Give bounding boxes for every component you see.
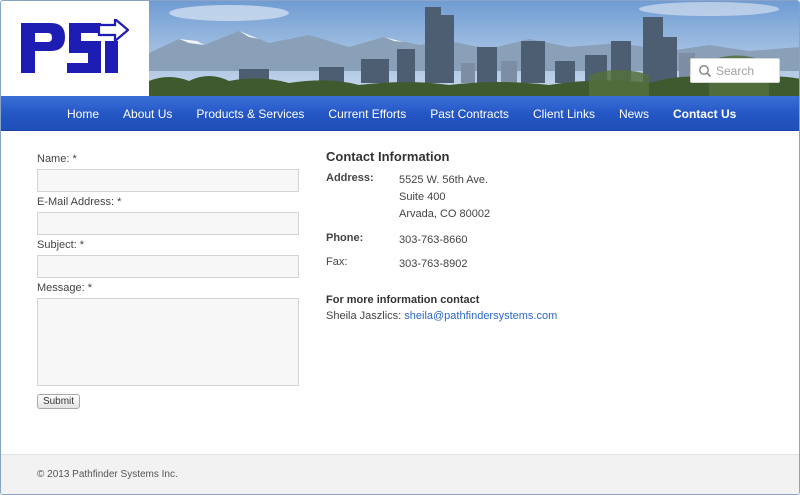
contact-information: Contact Information Address: 5525 W. 56t… — [326, 149, 746, 322]
nav-item-products-services[interactable]: Products & Services — [196, 107, 304, 121]
contact-email-link[interactable]: sheila@pathfindersystems.com — [404, 310, 557, 322]
more-info-title: For more information contact — [326, 294, 480, 306]
site-header — [1, 1, 799, 96]
nav-item-client-links[interactable]: Client Links — [533, 107, 595, 121]
copyright-text: © 2013 Pathfinder Systems Inc. — [37, 469, 178, 480]
address-line-1: 5525 W. 56th Ave. — [399, 174, 489, 186]
message-label: Message: * — [37, 282, 93, 294]
subject-label: Subject: * — [37, 239, 85, 251]
name-label: Name: * — [37, 153, 77, 165]
fax-value: 303-763-8902 — [399, 258, 468, 270]
search-input[interactable] — [716, 63, 778, 78]
nav-item-past-contracts[interactable]: Past Contracts — [430, 107, 509, 121]
logo[interactable] — [1, 1, 149, 96]
psi-logo-icon — [21, 19, 129, 73]
fax-label: Fax: — [326, 256, 348, 268]
address-line-3: Arvada, CO 80002 — [399, 208, 491, 220]
name-field[interactable] — [37, 169, 299, 192]
address-row: Address: 5525 W. 56th Ave. Suite 400 Arv… — [326, 172, 746, 234]
contact-form: Name: * E-Mail Address: * Subject: * Mes… — [37, 153, 299, 390]
nav-item-home[interactable]: Home — [67, 107, 99, 121]
contact-person: Sheila Jaszlics: sheila@pathfindersystem… — [326, 310, 746, 322]
main-nav: Home About Us Products & Services Curren… — [1, 96, 799, 131]
address-line-2: Suite 400 — [399, 191, 446, 203]
submit-button[interactable]: Submit — [37, 394, 80, 409]
nav-item-contact-us[interactable]: Contact Us — [673, 107, 736, 121]
address-label: Address: — [326, 172, 374, 184]
contact-name: Sheila Jaszlics: — [326, 310, 402, 322]
subject-field[interactable] — [37, 255, 299, 278]
contact-info-title: Contact Information — [326, 149, 450, 164]
nav-item-news[interactable]: News — [619, 107, 649, 121]
site-footer: © 2013 Pathfinder Systems Inc. — [1, 454, 799, 494]
message-field[interactable] — [37, 298, 299, 386]
search-box[interactable] — [690, 58, 780, 83]
page-frame: Home About Us Products & Services Curren… — [0, 0, 800, 495]
email-label: E-Mail Address: * — [37, 196, 122, 208]
fax-row: Fax: 303-763-8902 — [326, 256, 746, 294]
phone-row: Phone: 303-763-8660 — [326, 232, 746, 258]
phone-label: Phone: — [326, 232, 364, 244]
email-field[interactable] — [37, 212, 299, 235]
phone-value: 303-763-8660 — [399, 234, 468, 246]
search-icon — [698, 64, 712, 78]
nav-item-current-efforts[interactable]: Current Efforts — [328, 107, 406, 121]
nav-item-about-us[interactable]: About Us — [123, 107, 172, 121]
